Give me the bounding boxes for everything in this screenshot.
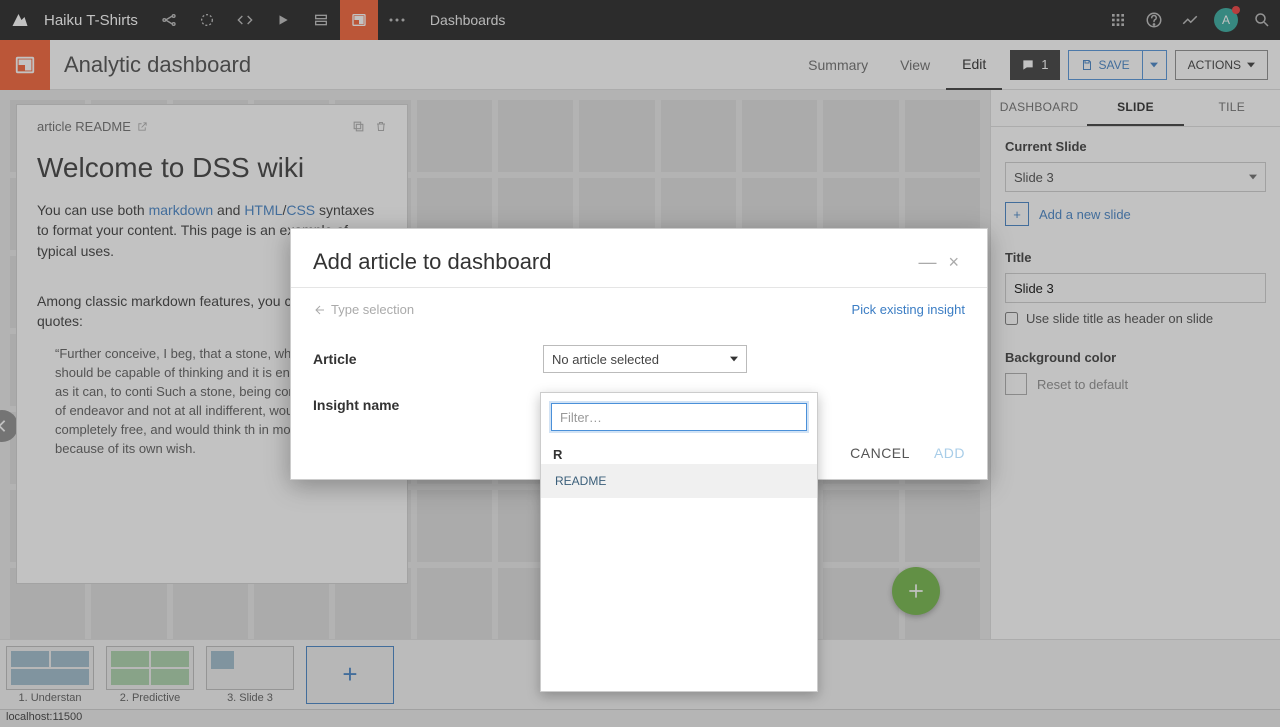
article-dropdown-panel: R README xyxy=(540,392,818,692)
dropdown-filter-input[interactable] xyxy=(551,403,807,431)
add-button[interactable]: ADD xyxy=(934,445,965,461)
article-field-label: Article xyxy=(313,351,543,367)
insight-name-label: Insight name xyxy=(313,397,543,413)
modal-title: Add article to dashboard xyxy=(313,249,912,275)
minimize-icon[interactable]: — xyxy=(912,252,942,273)
cancel-button[interactable]: CANCEL xyxy=(850,445,910,461)
pick-existing-insight-link[interactable]: Pick existing insight xyxy=(852,302,965,317)
article-select[interactable]: No article selected xyxy=(543,345,747,373)
dropdown-item-readme[interactable]: README xyxy=(541,464,817,498)
close-icon[interactable]: × xyxy=(942,252,965,273)
dropdown-group-header: R xyxy=(541,441,817,464)
type-selection-back[interactable]: Type selection xyxy=(313,302,414,317)
